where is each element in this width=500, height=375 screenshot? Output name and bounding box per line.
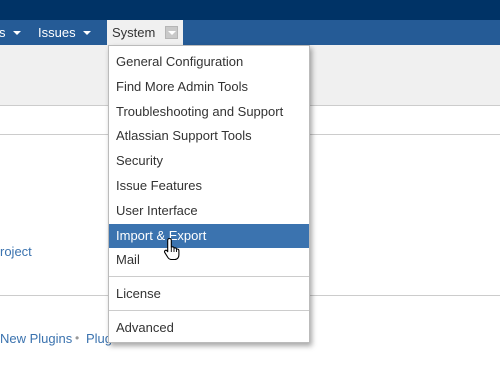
menu-item-troubleshooting-and-support[interactable]: Troubleshooting and Support [109, 100, 309, 124]
menu-item-general-configuration[interactable]: General Configuration [109, 50, 309, 74]
nav-item-issues-label: Issues [38, 25, 76, 40]
menu-item-issue-features[interactable]: Issue Features [109, 174, 309, 198]
menu-divider [109, 310, 309, 311]
menu-item-atlassian-support-tools[interactable]: Atlassian Support Tools [109, 124, 309, 148]
nav-item-system[interactable]: System [107, 20, 183, 45]
nav-item-partial[interactable]: s [0, 20, 21, 45]
link-separator: • [75, 331, 80, 345]
nav-item-system-label: System [112, 25, 156, 40]
project-link[interactable]: roject [0, 244, 32, 259]
chevron-down-icon [82, 31, 91, 35]
nav-item-issues[interactable]: Issues [38, 20, 91, 45]
chevron-down-icon [12, 31, 21, 35]
new-plugins-link[interactable]: New Plugins [0, 331, 72, 346]
nav-item-partial-label: s [0, 25, 6, 40]
chevron-down-icon[interactable] [165, 26, 178, 39]
main-nav-bar: s Issues System [0, 20, 500, 45]
menu-item-security[interactable]: Security [109, 149, 309, 173]
menu-item-import-export[interactable]: Import & Export [109, 224, 309, 248]
menu-item-find-more-admin-tools[interactable]: Find More Admin Tools [109, 75, 309, 99]
menu-item-user-interface[interactable]: User Interface [109, 199, 309, 223]
system-dropdown-menu: General Configuration Find More Admin To… [108, 45, 310, 343]
menu-item-license[interactable]: License [109, 282, 309, 306]
hand-pointer-icon [163, 237, 180, 261]
menu-divider [109, 276, 309, 277]
top-header-bar [0, 0, 500, 20]
menu-item-mail[interactable]: Mail [109, 248, 309, 272]
menu-item-advanced[interactable]: Advanced [109, 316, 309, 340]
